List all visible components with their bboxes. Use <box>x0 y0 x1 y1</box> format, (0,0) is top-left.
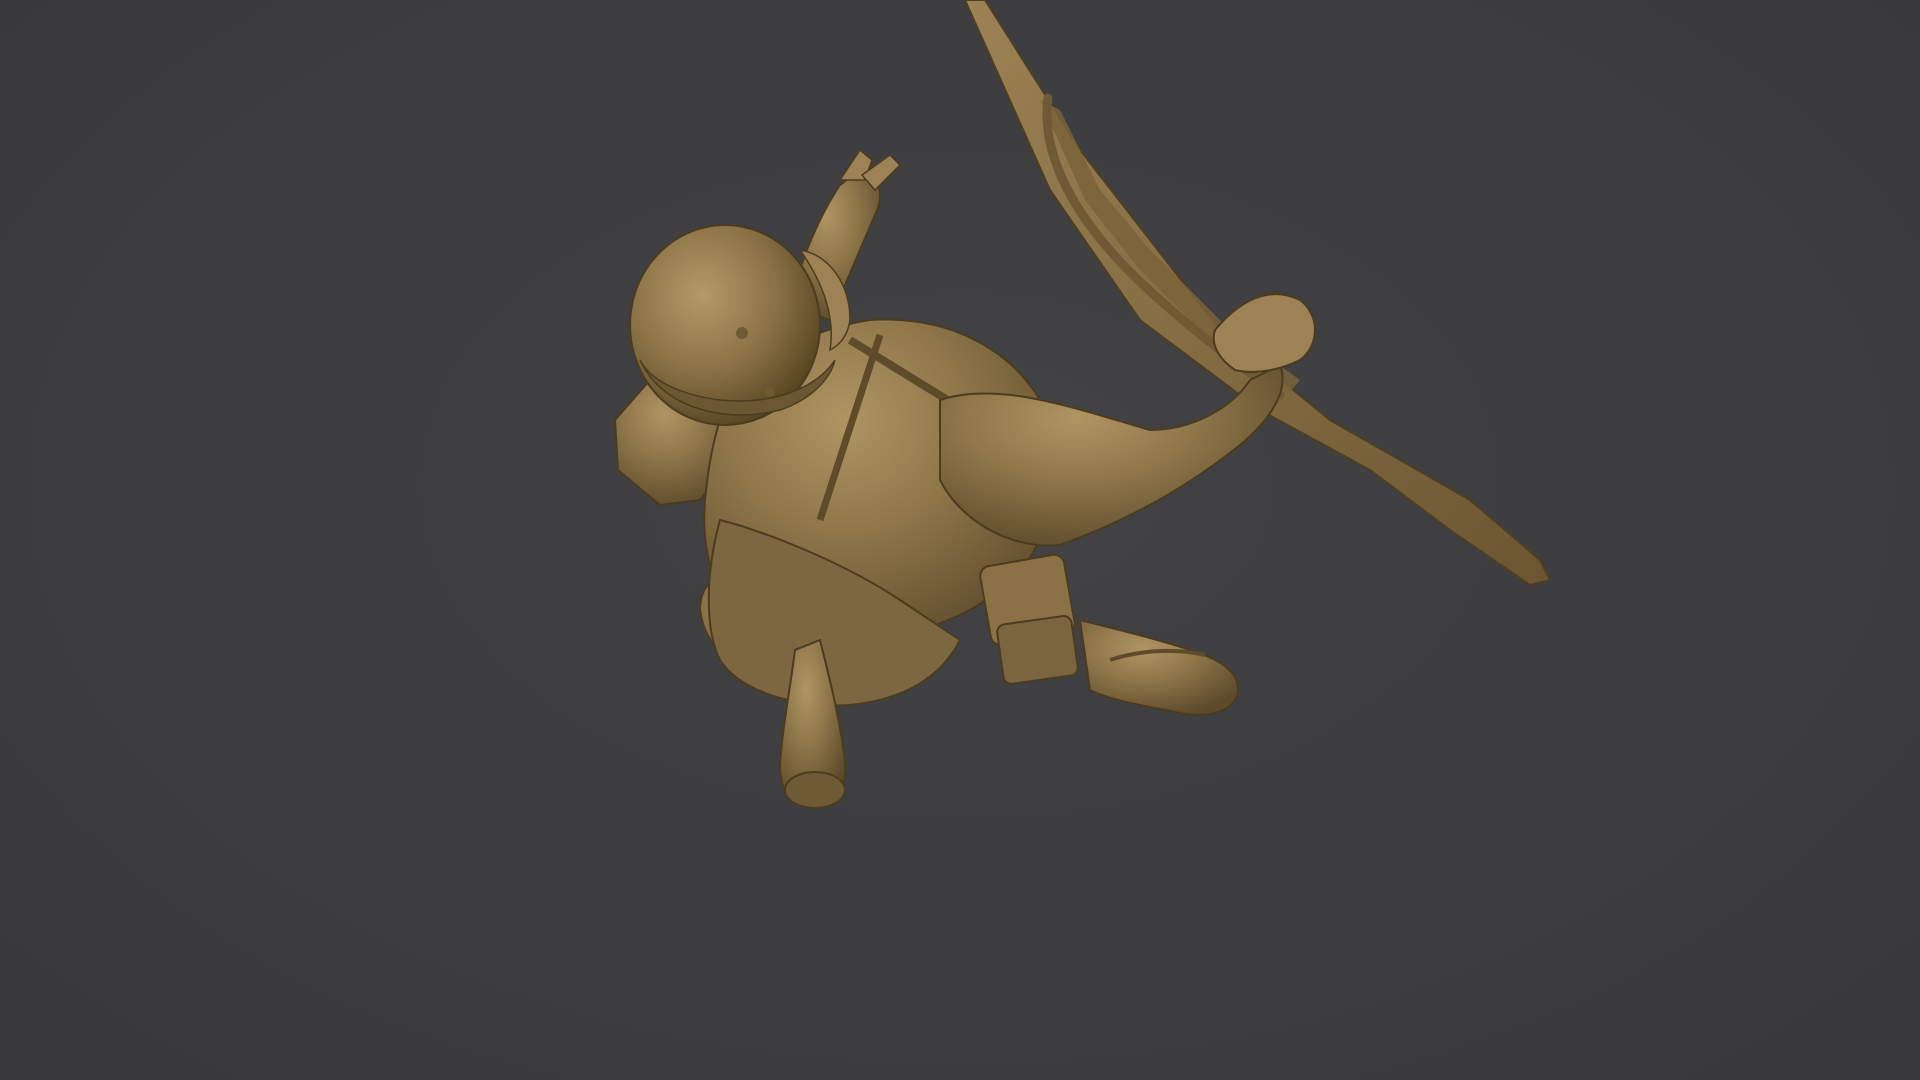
soldier-model <box>613 0 1552 809</box>
rifle-arm <box>939 293 1316 547</box>
right-leg <box>1078 618 1239 716</box>
sculpt-viewport[interactable] <box>0 0 1920 1080</box>
